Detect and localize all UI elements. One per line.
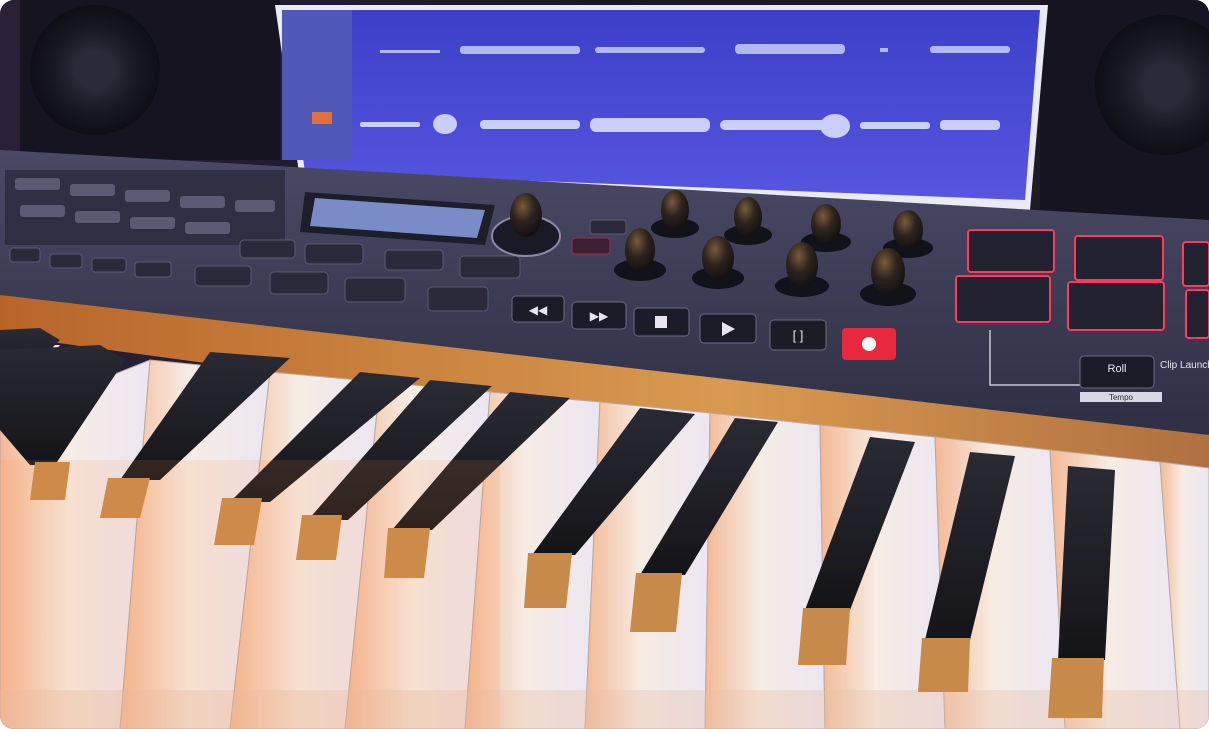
fast-forward-icon: ▶▶ bbox=[590, 309, 609, 323]
warm-light-overlay bbox=[0, 460, 500, 729]
pad[interactable] bbox=[1067, 281, 1165, 331]
function-button[interactable] bbox=[589, 219, 627, 235]
roll-label: Roll bbox=[1108, 363, 1127, 375]
left-speaker bbox=[20, 0, 280, 160]
shift-button[interactable] bbox=[571, 237, 611, 255]
roll-button[interactable]: Roll bbox=[1079, 355, 1155, 389]
clip-launch-label: Clip Launch bbox=[1160, 360, 1209, 371]
fader-section[interactable] bbox=[5, 170, 285, 245]
play-button[interactable] bbox=[699, 313, 757, 344]
keyboard-scene: ◀◀ ▶▶ [ ] Roll Clip Launch Tempo bbox=[0, 0, 1209, 729]
stop-button[interactable] bbox=[633, 307, 690, 337]
pad[interactable] bbox=[967, 229, 1055, 273]
photo: ◀◀ ▶▶ [ ] Roll Clip Launch Tempo bbox=[0, 0, 1209, 729]
record-button[interactable] bbox=[842, 328, 896, 360]
record-icon bbox=[862, 337, 876, 351]
pad[interactable] bbox=[1182, 241, 1209, 287]
pad[interactable] bbox=[955, 275, 1051, 323]
stop-icon bbox=[655, 316, 667, 328]
pad[interactable] bbox=[1074, 235, 1164, 281]
pad[interactable] bbox=[1185, 289, 1209, 339]
tempo-label: Tempo bbox=[1109, 393, 1134, 402]
track-color-swatch bbox=[312, 112, 332, 124]
right-speaker bbox=[1040, 0, 1209, 230]
loop-icon: [ ] bbox=[793, 328, 804, 343]
rewind-icon: ◀◀ bbox=[529, 303, 548, 317]
loop-button[interactable]: [ ] bbox=[769, 319, 827, 351]
rewind-button[interactable]: ◀◀ bbox=[511, 295, 565, 323]
fast-forward-button[interactable]: ▶▶ bbox=[571, 301, 627, 330]
